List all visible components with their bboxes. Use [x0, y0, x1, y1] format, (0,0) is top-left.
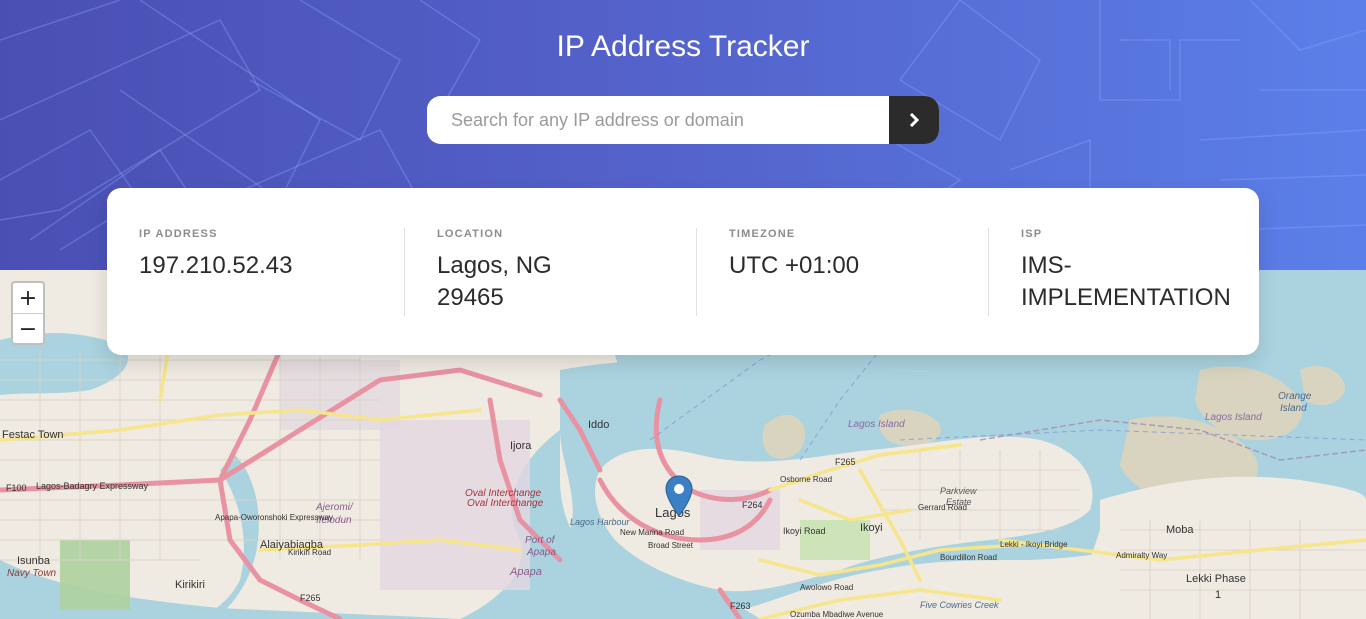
page-title: IP Address Tracker — [556, 30, 810, 63]
ip-info-card: IP ADDRESS 197.210.52.43 LOCATION Lagos,… — [107, 188, 1259, 355]
map-label: Moba — [1166, 524, 1194, 536]
location-marker-icon[interactable] — [664, 475, 694, 517]
map-label: Ozumba Mbadiwe Avenue — [790, 610, 884, 619]
location-city: Lagos, NG — [437, 252, 552, 279]
map-label: Isunba — [17, 555, 51, 567]
chevron-right-icon — [909, 113, 920, 127]
map-label: Navy Town — [7, 568, 57, 579]
zoom-in-button[interactable]: + — [13, 283, 43, 314]
isp-line: IMS- — [1021, 252, 1072, 279]
zoom-control: + − — [11, 281, 45, 345]
divider — [404, 228, 405, 316]
map-label: Five Cowries Creek — [920, 600, 999, 610]
map-label: Broad Street — [648, 541, 694, 550]
map-label: Ikoyi Road — [783, 526, 826, 536]
map-label: Apapa — [526, 547, 556, 558]
map-label: Apapa — [509, 566, 542, 578]
map-label: Osborne Road — [780, 475, 832, 484]
location-postal: 29465 — [437, 284, 504, 311]
isp-label: ISP — [1021, 228, 1043, 240]
divider — [988, 228, 989, 316]
map-label: Kirikiri — [175, 579, 205, 591]
map-label: Lagos Island — [1205, 412, 1262, 423]
map-label: Parkview — [940, 486, 977, 496]
map-label: Port of — [525, 535, 556, 546]
isp-value: IMS- IMPLEMENTATION — [1021, 250, 1251, 314]
ip-address-label: IP ADDRESS — [139, 228, 218, 240]
map-label: New Marina Road — [620, 528, 684, 537]
map-label: Ajeromi/ — [315, 502, 354, 513]
map-label: 1 — [1215, 589, 1221, 601]
map-label: Iddo — [588, 419, 609, 431]
map-label: Lekki - Ikoyi Bridge — [1000, 540, 1068, 549]
map-label: Bourdillon Road — [940, 553, 997, 562]
map-label: Gerrard Road — [918, 503, 967, 512]
search-bar — [427, 96, 939, 144]
zoom-out-button[interactable]: − — [13, 314, 43, 344]
ip-address-value: 197.210.52.43 — [139, 252, 293, 279]
map-label: Admiralty Way — [1116, 551, 1167, 560]
map-label: F265 — [300, 593, 321, 603]
map-label: Ijora — [510, 440, 532, 452]
search-input[interactable] — [427, 96, 889, 144]
map-label: F264 — [742, 500, 763, 510]
map-label: Lekki Phase — [1186, 573, 1246, 585]
map-label: Apapa-Oworonshoki Expressway — [215, 513, 333, 522]
timezone-stat: TIMEZONE UTC +01:00 — [729, 228, 979, 282]
map-label: Kirikiri Road — [288, 548, 331, 557]
ip-address-stat: IP ADDRESS 197.210.52.43 — [139, 228, 399, 282]
isp-stat: ISP IMS- IMPLEMENTATION — [1021, 228, 1251, 314]
map-label: Ikoyi — [860, 522, 883, 534]
location-value: Lagos, NG 29465 — [437, 250, 687, 314]
search-submit-button[interactable] — [889, 96, 939, 144]
map-label: F263 — [730, 601, 751, 611]
map-label: Awolowo Road — [800, 583, 853, 592]
map-label: Lagos-Badagry Expressway — [36, 481, 149, 491]
timezone-label: TIMEZONE — [729, 228, 796, 240]
map-label: Lagos Harbour — [570, 517, 631, 527]
timezone-value: UTC +01:00 — [729, 252, 860, 279]
isp-line: IMPLEMENTATION — [1021, 284, 1231, 311]
location-stat: LOCATION Lagos, NG 29465 — [437, 228, 687, 314]
map-label: Festac Town — [2, 429, 64, 441]
map-label: F265 — [835, 457, 856, 467]
map-label: Oval Interchange — [467, 498, 544, 509]
divider — [696, 228, 697, 316]
location-label: LOCATION — [437, 228, 504, 240]
map-label: F100 — [6, 483, 27, 493]
map-label: Island — [1280, 403, 1307, 414]
map-label: Lagos Island — [848, 419, 905, 430]
map-label: Orange — [1278, 391, 1312, 402]
